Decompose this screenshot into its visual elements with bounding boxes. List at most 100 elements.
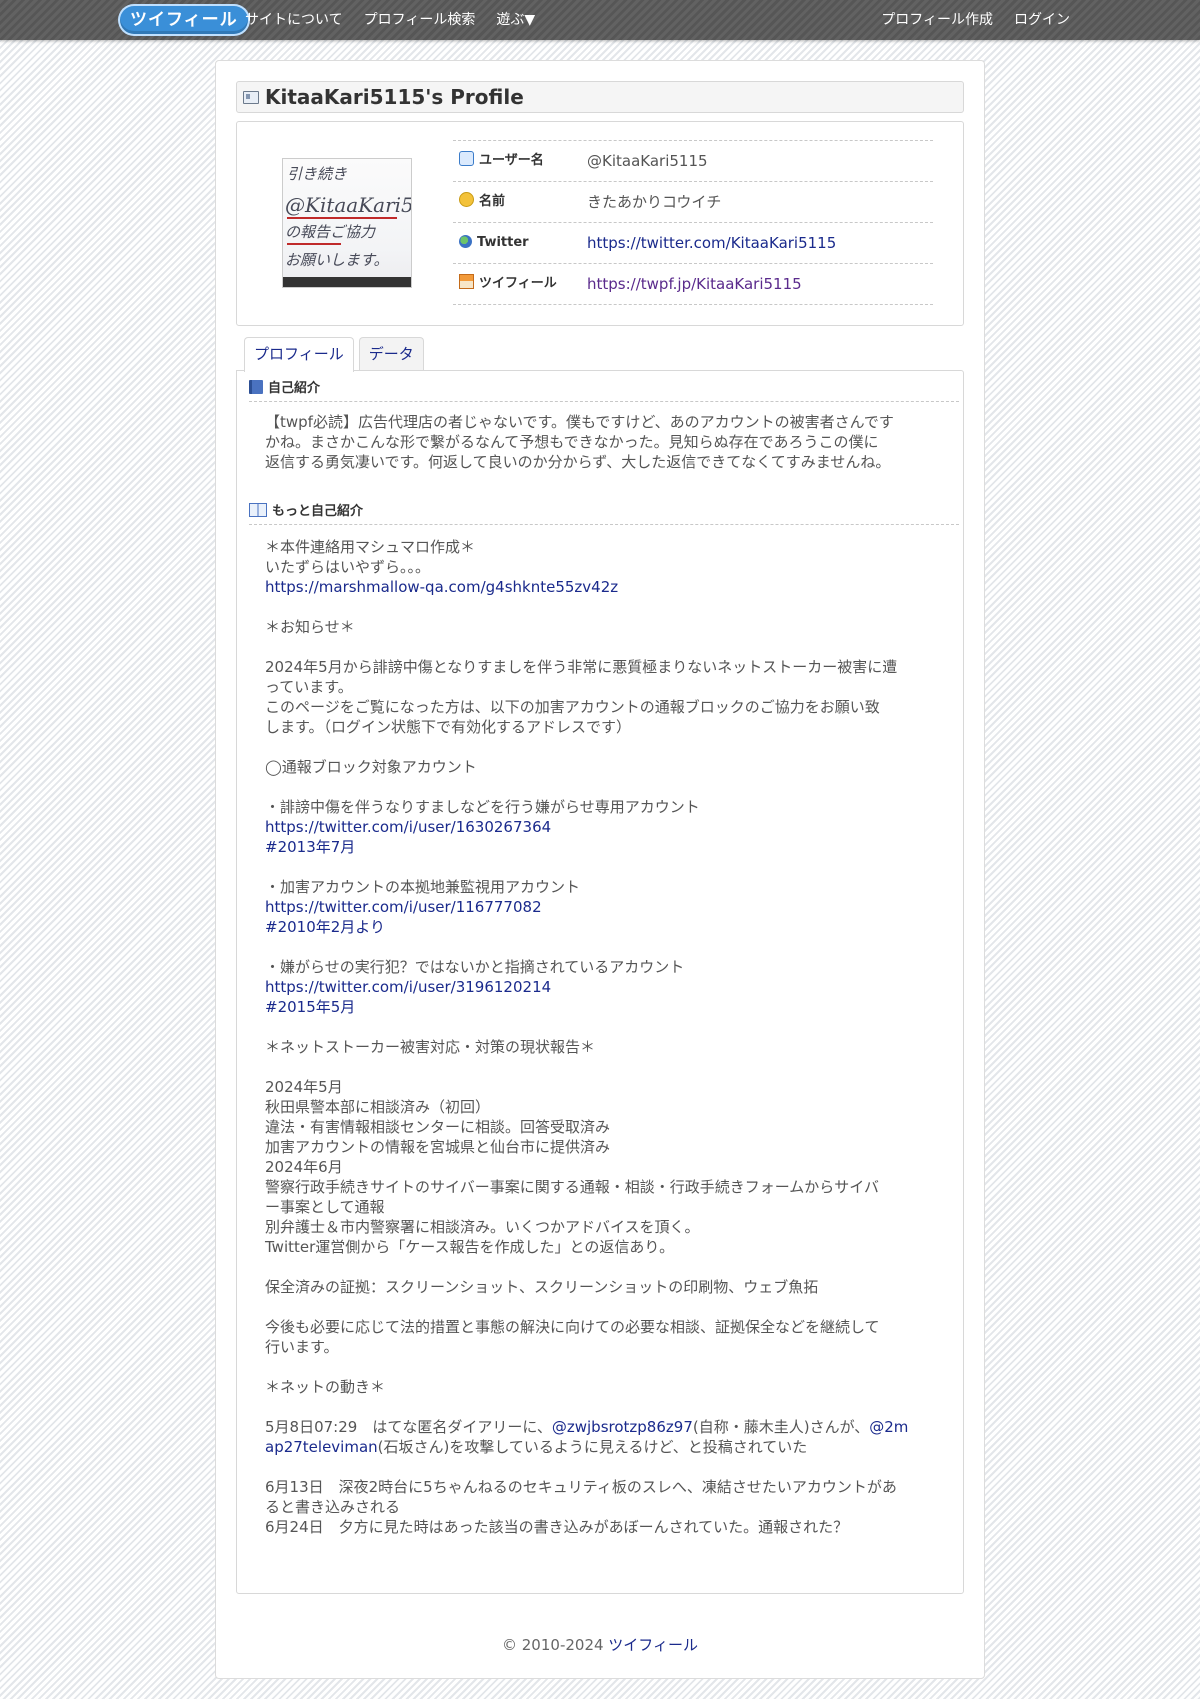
- tab-data[interactable]: データ: [358, 337, 424, 371]
- avatar[interactable]: 引き続き @KitaaKari5 の報告ご協力 お願いします。: [282, 158, 412, 288]
- more-intro-line: 2024年6月: [265, 1157, 945, 1177]
- info-label: ツイフィール: [479, 276, 557, 291]
- info-label: 名前: [479, 194, 506, 209]
- more-intro-line: https://twitter.com/i/user/116777082: [265, 897, 945, 917]
- footer-site-link[interactable]: ツイフィール: [608, 1636, 698, 1654]
- text-segment: Twitter運営側から「ケース報告を作成した」との返信あり。: [265, 1238, 675, 1256]
- footer: © 2010-2024 ツイフィール: [216, 1634, 984, 1655]
- inline-link[interactable]: https://twitter.com/i/user/3196120214: [265, 978, 551, 996]
- more-intro-line: https://twitter.com/i/user/1630267364: [265, 817, 945, 837]
- info-row-twpf: ツイフィール https://twpf.jp/KitaaKari5115: [453, 264, 933, 305]
- inline-link[interactable]: https://twitter.com/i/user/1630267364: [265, 818, 551, 836]
- nav-profile-search[interactable]: プロフィール検索: [364, 0, 476, 40]
- inline-link[interactable]: #2013年7月: [265, 838, 355, 856]
- info-label: ユーザー名: [479, 153, 544, 168]
- text-segment: ると書き込みされる: [265, 1498, 401, 1516]
- inline-link[interactable]: @2m: [869, 1418, 908, 1436]
- more-intro-line: ＊ネットの動き＊: [265, 1377, 945, 1397]
- open-book-icon: [249, 503, 267, 517]
- avatar-shadow: [283, 277, 411, 287]
- more-intro-line: [265, 1257, 945, 1277]
- main-container: KitaaKari5115's Profile 引き続き @KitaaKari5…: [215, 60, 985, 1679]
- more-intro-line: [265, 597, 945, 617]
- more-intro-line: 違法・有害情報相談センターに相談。回答受取済み: [265, 1117, 945, 1137]
- more-intro-line: 6月24日 夕方に見た時はあった該当の書き込みがあぼーんされていた。通報された？: [265, 1517, 945, 1537]
- intro-line: 返信する勇気凄いです。何返して良いのか分からず、大した返信できてなくてすみません…: [265, 453, 891, 471]
- more-intro-line: [265, 1297, 945, 1317]
- more-intro-line: [265, 1057, 945, 1077]
- nav-play-dropdown[interactable]: 遊ぶ▼: [496, 0, 535, 40]
- nav-create-profile[interactable]: プロフィール作成: [881, 0, 993, 40]
- info-row-name: 名前 きたあかりコウイチ: [453, 182, 933, 223]
- more-intro-line: 保全済みの証拠：スクリーンショット、スクリーンショットの印刷物、ウェブ魚拓: [265, 1277, 945, 1297]
- more-intro-line: [265, 937, 945, 957]
- nav-about[interactable]: サイトについて: [245, 0, 343, 40]
- more-intro-line: [265, 1017, 945, 1037]
- book-icon: [249, 380, 263, 394]
- more-intro-line: [265, 637, 945, 657]
- globe-icon: [459, 235, 472, 248]
- text-segment: 行います。: [265, 1338, 339, 1356]
- nav-login[interactable]: ログイン: [1014, 0, 1070, 40]
- more-intro-line: ・嫌がらせの実行犯？ではないかと指摘されているアカウント: [265, 957, 945, 977]
- info-row-twitter: Twitter https://twitter.com/KitaaKari511…: [453, 223, 933, 264]
- page-title: KitaaKari5115's Profile: [265, 85, 524, 109]
- more-intro-line: ー事案として通報: [265, 1197, 945, 1217]
- twpf-link[interactable]: https://twpf.jp/KitaaKari5115: [587, 264, 802, 304]
- more-intro-line: #2013年7月: [265, 837, 945, 857]
- text-segment: 秋田県警本部に相談済み（初回）: [265, 1098, 491, 1116]
- text-segment: いたずらはいやずら。。。: [265, 558, 431, 576]
- avatar-underline: [287, 243, 341, 245]
- more-intro-line: [265, 777, 945, 797]
- more-intro-line: 6月13日 深夜2時台に5ちゃんねるのセキュリティ板のスレへ、凍結させたいアカウ…: [265, 1477, 945, 1497]
- copyright-text: © 2010-2024: [502, 1636, 609, 1654]
- intro-line: かね。まさかこんな形で繋がるなんて予想もできなかった。見知らぬ存在であろうこの僕…: [265, 433, 879, 451]
- info-label: Twitter: [477, 235, 529, 250]
- inline-link[interactable]: https://twitter.com/i/user/116777082: [265, 898, 542, 916]
- inline-link[interactable]: ap27televiman: [265, 1438, 378, 1456]
- intro-line: 【twpf必読】広告代理店の者じゃないです。僕もですけど、あのアカウントの被害者…: [265, 413, 894, 431]
- tab-profile[interactable]: プロフィール: [244, 337, 354, 372]
- more-intro-line: いたずらはいやずら。。。: [265, 557, 945, 577]
- more-intro-line: 別弁護士＆市内警察署に相談済み。いくつかアドバイスを頂く。: [265, 1217, 945, 1237]
- more-intro-line: ＊本件連絡用マシュマロ作成＊: [265, 537, 945, 557]
- text-segment: ◯通報ブロック対象アカウント: [265, 758, 477, 776]
- text-segment: 保全済みの証拠：スクリーンショット、スクリーンショットの印刷物、ウェブ魚拓: [265, 1278, 819, 1296]
- inline-link[interactable]: @zwjbsrotzp86z97: [552, 1418, 693, 1436]
- tab-panel-profile: 自己紹介 【twpf必読】広告代理店の者じゃないです。僕もですけど、あのアカウン…: [236, 370, 964, 1594]
- profile-info-box: 引き続き @KitaaKari5 の報告ご協力 お願いします。 ユーザー名 @K…: [236, 121, 964, 326]
- more-intro-line: 加害アカウントの情報を宮城県と仙台市に提供済み: [265, 1137, 945, 1157]
- text-segment: このページをご覧になった方は、以下の加害アカウントの通報ブロックのご協力をお願い…: [265, 698, 880, 716]
- house-icon: [459, 274, 474, 289]
- inline-link[interactable]: #2015年5月: [265, 998, 355, 1016]
- more-intro-line: [265, 1397, 945, 1417]
- more-intro-line: 秋田県警本部に相談済み（初回）: [265, 1097, 945, 1117]
- intro-heading: 自己紹介: [249, 377, 959, 402]
- text-segment: 2024年5月: [265, 1078, 343, 1096]
- more-intro-line: #2010年2月より: [265, 917, 945, 937]
- text-segment: します。（ログイン状態下で有効化するアドレスです）: [265, 718, 632, 736]
- text-segment: (石坂さん)を攻撃しているように見えるけど、と投稿されていた: [377, 1438, 808, 1456]
- more-intro-line: ＊ネットストーカー被害対応・対策の現状報告＊: [265, 1037, 945, 1057]
- inline-link[interactable]: #2010年2月より: [265, 918, 385, 936]
- inline-link[interactable]: https://marshmallow-qa.com/g4shknte55zv4…: [265, 578, 618, 596]
- text-segment: 警察行政手続きサイトのサイバー事案に関する通報・相談・行政手続きフォームからサイ…: [265, 1178, 879, 1196]
- text-segment: ・嫌がらせの実行犯？ではないかと指摘されているアカウント: [265, 958, 685, 976]
- text-segment: ・誹謗中傷を伴うなりすましなどを行う嫌がらせ専用アカウント: [265, 798, 700, 816]
- text-segment: 2024年6月: [265, 1158, 343, 1176]
- text-segment: 別弁護士＆市内警察署に相談済み。いくつかアドバイスを頂く。: [265, 1218, 700, 1236]
- text-segment: 2024年5月から誹謗中傷となりすましを伴う非常に悪質極まりないネットストーカー…: [265, 658, 898, 676]
- text-segment: 今後も必要に応じて法的措置と事態の解決に向けての必要な相談、証拠保全などを継続し…: [265, 1318, 880, 1336]
- more-intro-line: Twitter運営側から「ケース報告を作成した」との返信あり。: [265, 1237, 945, 1257]
- profile-title-bar: KitaaKari5115's Profile: [236, 81, 964, 113]
- more-intro-line: ・誹謗中傷を伴うなりすましなどを行う嫌がらせ専用アカウント: [265, 797, 945, 817]
- text-segment: ＊お知らせ＊: [265, 618, 355, 636]
- more-intro-line: 今後も必要に応じて法的措置と事態の解決に向けての必要な相談、証拠保全などを継続し…: [265, 1317, 945, 1337]
- text-segment: 違法・有害情報相談センターに相談。回答受取済み: [265, 1118, 611, 1136]
- profile-tabs: プロフィール データ: [244, 337, 429, 372]
- twitter-link[interactable]: https://twitter.com/KitaaKari5115: [587, 223, 836, 263]
- more-intro-line: [265, 737, 945, 757]
- avatar-text-line: の報告ご協力: [285, 223, 376, 241]
- site-logo[interactable]: ツイフィール: [120, 6, 248, 34]
- more-intro-line: [265, 1457, 945, 1477]
